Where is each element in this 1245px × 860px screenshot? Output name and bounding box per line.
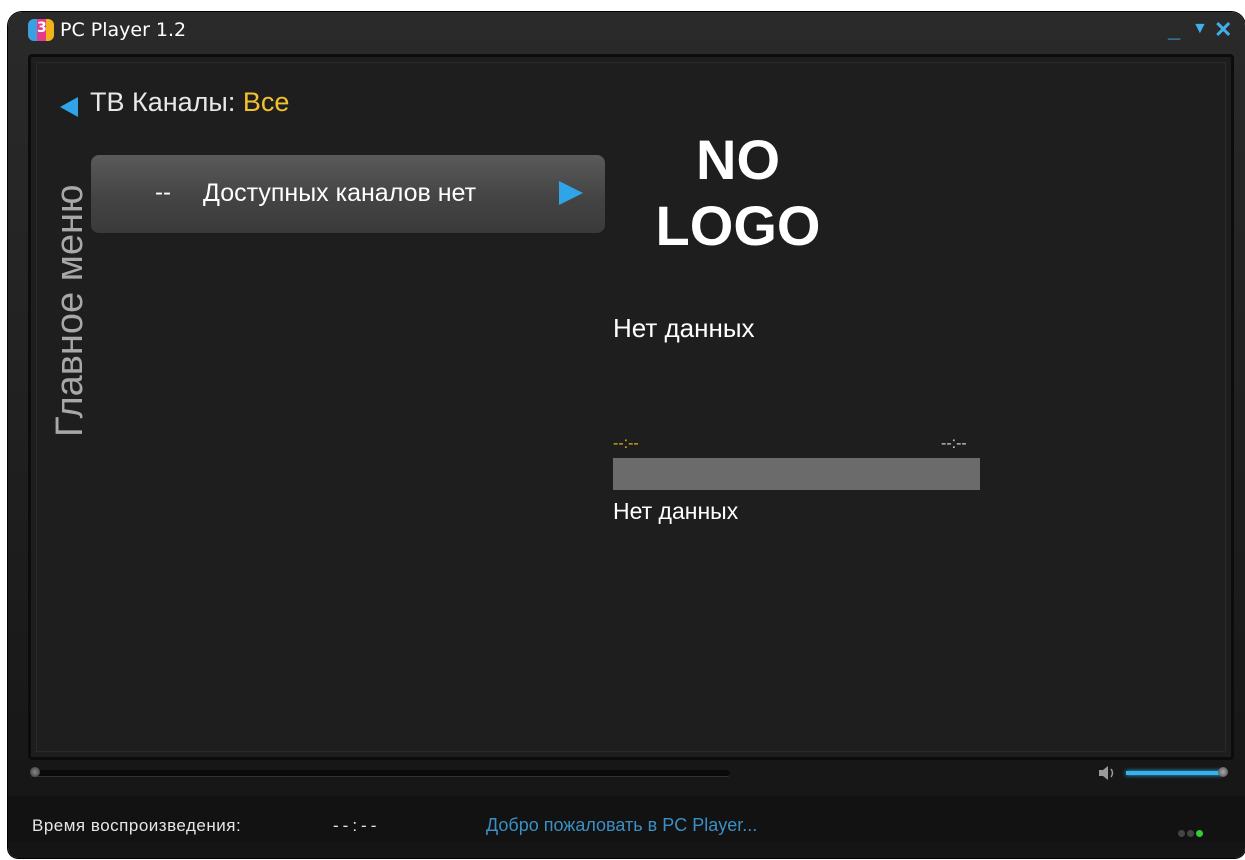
menu-dropdown-icon[interactable]: ▼ bbox=[1192, 20, 1208, 38]
window-title: PC Player 1.2 bbox=[60, 19, 187, 41]
channels-label: ТВ Каналы: bbox=[90, 87, 236, 117]
channels-header: ТВ Каналы: Все bbox=[90, 87, 289, 118]
app-logo-icon: 3 bbox=[28, 19, 54, 41]
channel-prefix: -- bbox=[155, 179, 171, 206]
volume-level bbox=[1126, 771, 1222, 775]
seek-handle[interactable] bbox=[30, 767, 40, 777]
playback-time-value: --:-- bbox=[333, 816, 381, 835]
back-arrow-icon[interactable] bbox=[60, 97, 78, 117]
program-description: Нет данных bbox=[613, 498, 739, 524]
channel-list-item[interactable]: -- Доступных каналов нет bbox=[91, 155, 605, 233]
program-end-time: --:-- bbox=[941, 435, 967, 452]
title-bar[interactable]: 3 PC Player 1.2 _ ▼ ✕ bbox=[8, 12, 1245, 48]
indicator-dot-icon bbox=[1187, 830, 1194, 837]
program-progress-bar bbox=[613, 458, 980, 490]
app-logo-number: 3 bbox=[37, 20, 47, 36]
play-arrow-icon[interactable] bbox=[559, 181, 583, 205]
seek-bar[interactable] bbox=[30, 767, 730, 777]
indicator-dot-icon bbox=[1178, 830, 1185, 837]
volume-handle[interactable] bbox=[1218, 767, 1228, 777]
welcome-message: Добро пожаловать в PC Player... bbox=[486, 815, 758, 835]
main-panel: ТВ Каналы: Все Главное меню -- Доступных… bbox=[28, 54, 1234, 760]
program-title: Нет данных bbox=[613, 313, 755, 343]
close-button[interactable]: ✕ bbox=[1214, 17, 1232, 43]
volume-slider[interactable] bbox=[1126, 767, 1228, 777]
indicator-active-dot-icon bbox=[1196, 830, 1203, 837]
player-window: 3 PC Player 1.2 _ ▼ ✕ ТВ Каналы: Все Гла… bbox=[8, 12, 1245, 858]
channels-filter[interactable]: Все bbox=[243, 87, 290, 117]
playback-time-label: Время воспроизведения: bbox=[32, 816, 242, 835]
channel-label: Доступных каналов нет bbox=[203, 179, 477, 207]
status-bar: Время воспроизведения: --:-- Добро пожал… bbox=[8, 796, 1245, 842]
logo-line-1: NO bbox=[696, 128, 780, 191]
volume-speaker-icon[interactable] bbox=[1096, 762, 1118, 784]
main-menu-tab[interactable]: Главное меню bbox=[49, 185, 92, 438]
minimize-button[interactable]: _ bbox=[1168, 17, 1180, 43]
status-indicators bbox=[1176, 824, 1203, 842]
channel-logo-placeholder: NO LOGO bbox=[643, 127, 833, 259]
logo-line-2: LOGO bbox=[655, 194, 821, 257]
program-start-time: --:-- bbox=[613, 435, 639, 452]
